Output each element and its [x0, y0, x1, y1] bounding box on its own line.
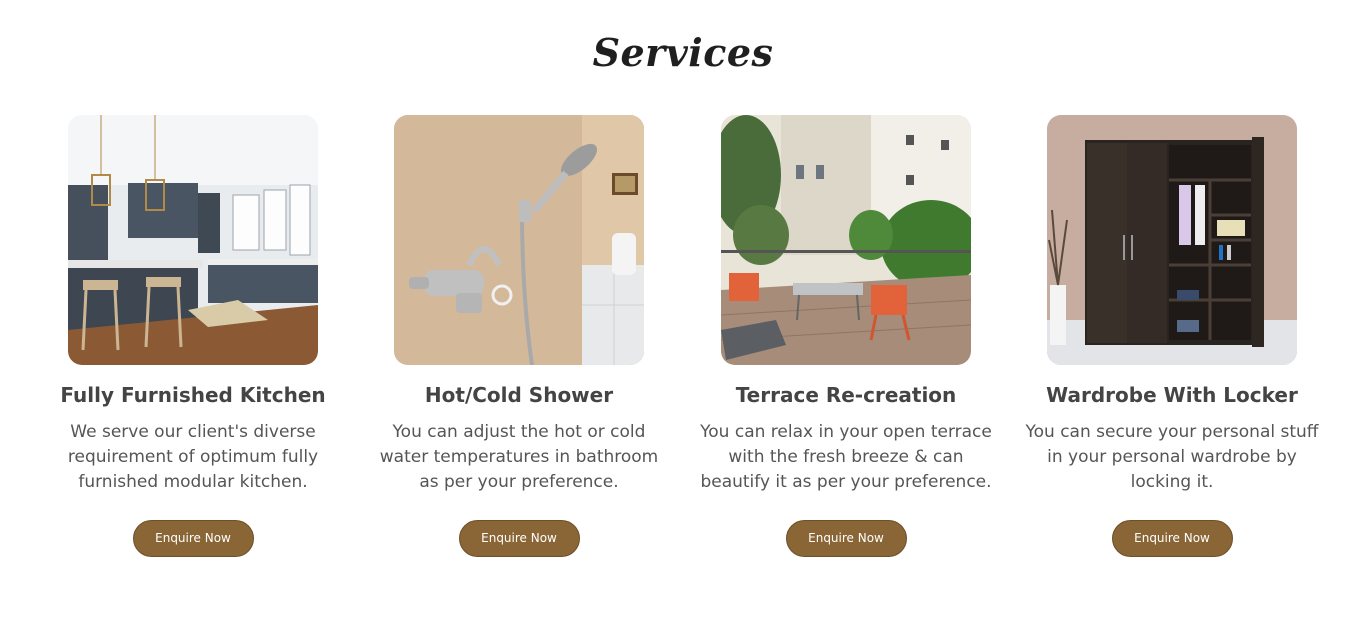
- service-card-wardrobe: Wardrobe With Locker You can secure your…: [1022, 115, 1322, 557]
- shower-image: [394, 115, 644, 365]
- service-description: You can secure your personal stuff in yo…: [1025, 422, 1319, 492]
- service-title: Hot/Cold Shower: [424, 383, 614, 407]
- service-description: You can adjust the hot or cold water tem…: [379, 422, 659, 492]
- services-section: Services Fully Furnished Kitchen We serv…: [0, 0, 1366, 636]
- service-description: You can relax in your open terrace with …: [700, 422, 992, 492]
- service-description: We serve our client's diverse requiremen…: [67, 422, 319, 492]
- service-title: Wardrobe With Locker: [1046, 383, 1298, 407]
- wardrobe-image: [1047, 115, 1297, 365]
- service-title: Terrace Re-creation: [735, 383, 957, 407]
- enquire-now-button[interactable]: Enquire Now: [132, 520, 254, 557]
- service-card-shower: Hot/Cold Shower You can adjust the hot o…: [369, 115, 669, 557]
- service-card-terrace: Terrace Re-creation You can relax in you…: [696, 115, 996, 557]
- kitchen-image: [68, 115, 318, 365]
- terrace-image: [721, 115, 971, 365]
- enquire-now-button[interactable]: Enquire Now: [1111, 520, 1233, 557]
- enquire-now-button[interactable]: Enquire Now: [785, 520, 907, 557]
- enquire-now-button[interactable]: Enquire Now: [458, 520, 580, 557]
- section-title: Services: [592, 30, 774, 75]
- service-title: Fully Furnished Kitchen: [60, 383, 326, 407]
- service-card-kitchen: Fully Furnished Kitchen We serve our cli…: [43, 115, 343, 557]
